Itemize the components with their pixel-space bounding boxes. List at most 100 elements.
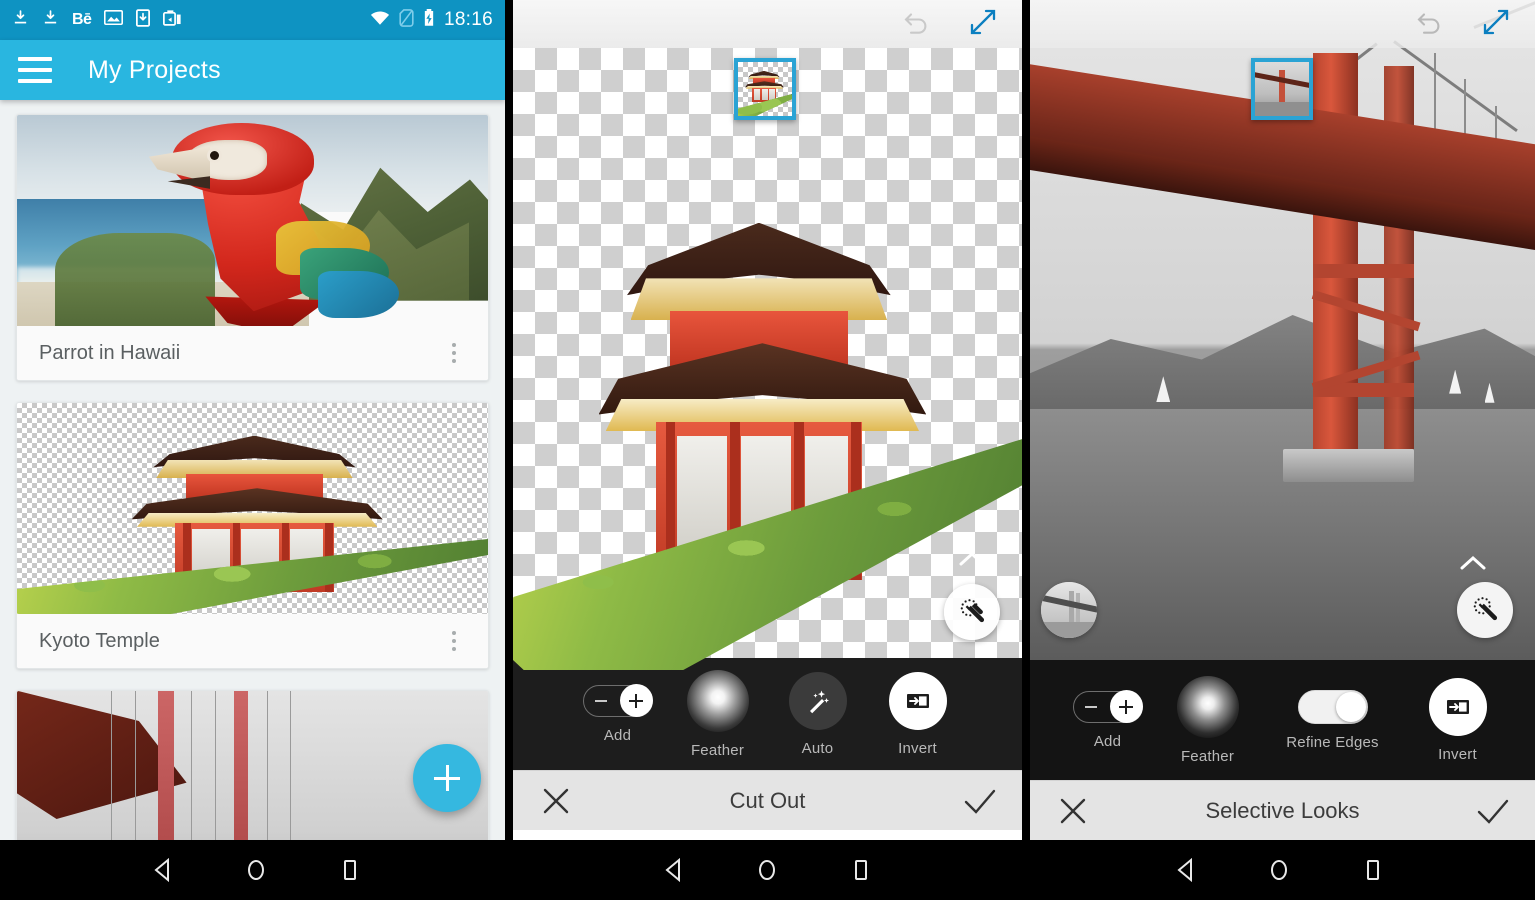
recents-button[interactable] bbox=[327, 847, 373, 893]
feather-glow-icon[interactable] bbox=[1176, 675, 1239, 738]
toggle-knob[interactable] bbox=[1335, 691, 1366, 722]
status-bar-notifications: Bē bbox=[12, 8, 182, 32]
undo-icon[interactable] bbox=[1415, 9, 1445, 40]
panel-divider bbox=[1022, 0, 1030, 840]
magic-wand-icon[interactable] bbox=[1457, 582, 1513, 638]
android-nav-bar bbox=[1023, 847, 1535, 893]
magic-wand-icon[interactable] bbox=[944, 584, 1000, 640]
tool-label: Add bbox=[603, 726, 632, 744]
magic-wand-sparkle-icon[interactable] bbox=[788, 671, 847, 730]
home-button[interactable] bbox=[233, 847, 279, 893]
tool-label: Auto bbox=[801, 739, 834, 757]
canvas[interactable] bbox=[513, 48, 1022, 671]
android-nav-bar-group bbox=[0, 840, 1535, 900]
project-thumbnail[interactable] bbox=[17, 115, 488, 326]
battery-charging-icon bbox=[423, 8, 435, 32]
invert-tool[interactable]: Invert bbox=[1408, 677, 1508, 763]
my-projects-screen: Bē 18:16 My Projects Parrot in Hawaii Ky… bbox=[0, 0, 505, 840]
cut-out-action-bar: Cut Out bbox=[513, 770, 1022, 830]
more-vert-icon[interactable] bbox=[442, 629, 466, 653]
close-icon[interactable] bbox=[1056, 794, 1090, 828]
tool-label: Add bbox=[1093, 732, 1122, 750]
android-nav-bar bbox=[0, 847, 512, 893]
plus-icon[interactable] bbox=[619, 684, 653, 717]
project-title: Parrot in Hawaii bbox=[39, 341, 181, 364]
hamburger-menu-icon[interactable] bbox=[18, 57, 52, 83]
recents-button[interactable] bbox=[838, 847, 884, 893]
refine-edges-tool[interactable]: Refine Edges bbox=[1258, 689, 1408, 751]
back-button[interactable] bbox=[650, 847, 696, 893]
check-icon[interactable] bbox=[1475, 794, 1509, 828]
tool-label: Invert bbox=[898, 739, 937, 757]
android-status-bar: Bē 18:16 bbox=[0, 0, 505, 40]
tool-label: Feather bbox=[1180, 747, 1235, 765]
back-button[interactable] bbox=[1162, 847, 1208, 893]
panel-divider bbox=[505, 0, 513, 840]
check-icon[interactable] bbox=[962, 784, 996, 818]
add-project-fab[interactable] bbox=[413, 744, 481, 812]
more-vert-icon[interactable] bbox=[442, 341, 466, 365]
layer-thumbnail[interactable] bbox=[734, 58, 796, 120]
screenshot-root: Bē 18:16 My Projects Parrot in Hawaii Ky… bbox=[0, 0, 1535, 900]
page-title: My Projects bbox=[88, 55, 221, 84]
image-icon bbox=[104, 9, 124, 31]
recents-button[interactable] bbox=[1350, 847, 1396, 893]
editor-top-bar bbox=[1030, 0, 1535, 48]
status-bar-system-icons: 18:16 bbox=[370, 8, 493, 32]
plus-icon[interactable] bbox=[1109, 690, 1143, 723]
minus-icon[interactable] bbox=[594, 699, 607, 702]
add-tool[interactable]: Add bbox=[568, 684, 668, 744]
minus-plus-pill[interactable] bbox=[582, 684, 653, 717]
canvas[interactable] bbox=[1030, 0, 1535, 660]
add-tool[interactable]: Add bbox=[1058, 690, 1158, 750]
android-nav-bar bbox=[512, 847, 1024, 893]
refine-edges-toggle[interactable] bbox=[1297, 689, 1368, 724]
no-sim-icon bbox=[399, 8, 414, 32]
chevron-up-icon[interactable] bbox=[958, 551, 986, 572]
project-card-footer: Parrot in Hawaii bbox=[17, 326, 488, 380]
tool-label: Feather bbox=[690, 741, 745, 759]
app-bar: My Projects bbox=[0, 40, 505, 100]
project-title: Kyoto Temple bbox=[39, 629, 160, 652]
minus-icon[interactable] bbox=[1084, 705, 1097, 708]
project-list[interactable]: Parrot in Hawaii Kyoto Temple bbox=[0, 100, 505, 840]
feather-tool[interactable]: Feather bbox=[668, 669, 768, 759]
undo-icon[interactable] bbox=[902, 9, 932, 40]
home-button[interactable] bbox=[744, 847, 790, 893]
home-button[interactable] bbox=[1256, 847, 1302, 893]
action-bar-title: Selective Looks bbox=[1205, 797, 1360, 823]
selective-looks-tool-bar: Add Feather Refine Edges Invert bbox=[1030, 660, 1535, 780]
action-bar-title: Cut Out bbox=[729, 787, 806, 813]
expand-diagonal-icon[interactable] bbox=[1481, 7, 1511, 42]
look-preview-thumbnail[interactable] bbox=[1041, 582, 1097, 638]
list-item[interactable]: Kyoto Temple bbox=[16, 402, 489, 669]
selective-looks-action-bar: Selective Looks bbox=[1030, 780, 1535, 840]
tool-label: Refine Edges bbox=[1286, 733, 1379, 751]
project-card-footer: Kyoto Temple bbox=[17, 614, 488, 668]
feather-tool[interactable]: Feather bbox=[1158, 675, 1258, 765]
close-icon[interactable] bbox=[539, 784, 573, 818]
list-item[interactable]: Parrot in Hawaii bbox=[16, 114, 489, 381]
expand-diagonal-icon[interactable] bbox=[968, 7, 998, 42]
chevron-up-icon[interactable] bbox=[1459, 555, 1487, 576]
download-icon bbox=[12, 9, 29, 31]
status-bar-clock: 18:16 bbox=[443, 9, 493, 30]
cut-out-screen: Add Feather Auto Invert Cut Out bbox=[513, 0, 1022, 840]
back-button[interactable] bbox=[139, 847, 185, 893]
invert-tool[interactable]: Invert bbox=[868, 671, 968, 757]
feather-glow-icon[interactable] bbox=[686, 669, 749, 732]
behance-icon: Bē bbox=[72, 11, 92, 28]
selective-looks-screen: Add Feather Refine Edges Invert Selectiv… bbox=[1030, 0, 1535, 840]
editor-top-bar bbox=[513, 0, 1022, 48]
parrot-photo bbox=[17, 115, 488, 326]
cut-out-tool-bar: Add Feather Auto Invert bbox=[513, 658, 1022, 770]
download-icon bbox=[42, 9, 59, 31]
auto-tool[interactable]: Auto bbox=[768, 671, 868, 757]
minus-plus-pill[interactable] bbox=[1072, 690, 1143, 723]
layer-thumbnail[interactable] bbox=[1251, 58, 1313, 120]
invert-selection-icon[interactable] bbox=[888, 671, 947, 730]
invert-selection-icon[interactable] bbox=[1428, 677, 1487, 736]
tool-label: Invert bbox=[1438, 745, 1477, 763]
project-thumbnail[interactable] bbox=[17, 403, 488, 614]
download-box-icon bbox=[136, 8, 151, 32]
